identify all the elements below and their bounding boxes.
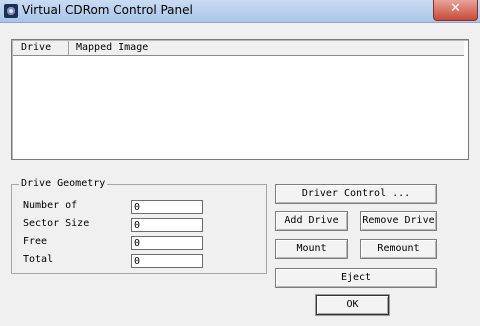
column-divider[interactable] <box>68 41 69 55</box>
eject-button[interactable]: Eject <box>275 268 437 288</box>
column-header-drive[interactable]: Drive <box>21 42 51 54</box>
title-bar[interactable]: Virtual CDRom Control Panel ✕ <box>0 0 480 23</box>
drive-list[interactable]: Drive Mapped Image <box>11 39 469 160</box>
sector-size-field: 0 <box>131 218 203 232</box>
remove-drive-button[interactable]: Remove Drive <box>360 211 437 231</box>
number-of-label: Number of <box>23 200 78 211</box>
drive-geometry-title: Drive Geometry <box>19 178 108 190</box>
close-button[interactable]: ✕ <box>433 0 478 21</box>
remount-button[interactable]: Remount <box>360 239 437 259</box>
ok-button[interactable]: OK <box>316 295 389 315</box>
drive-geometry-group: Drive Geometry Number of 0 Sector Size 0… <box>11 178 267 274</box>
virtual-cdrom-control-panel-window: Virtual CDRom Control Panel ✕ Drive Mapp… <box>0 0 480 326</box>
mount-button[interactable]: Mount <box>275 239 348 259</box>
app-icon <box>4 4 18 18</box>
free-field: 0 <box>131 236 203 250</box>
free-label: Free <box>23 236 48 247</box>
add-drive-button[interactable]: Add Drive <box>275 211 348 231</box>
total-label: Total <box>23 254 54 265</box>
number-of-field: 0 <box>131 200 203 214</box>
column-header-mapped-image[interactable]: Mapped Image <box>76 42 148 54</box>
total-field: 0 <box>131 254 203 268</box>
driver-control-button[interactable]: Driver Control ... <box>275 184 437 204</box>
drive-list-header: Drive Mapped Image <box>13 41 464 56</box>
window-title: Virtual CDRom Control Panel <box>22 3 193 17</box>
sector-size-label: Sector Size <box>23 218 90 229</box>
